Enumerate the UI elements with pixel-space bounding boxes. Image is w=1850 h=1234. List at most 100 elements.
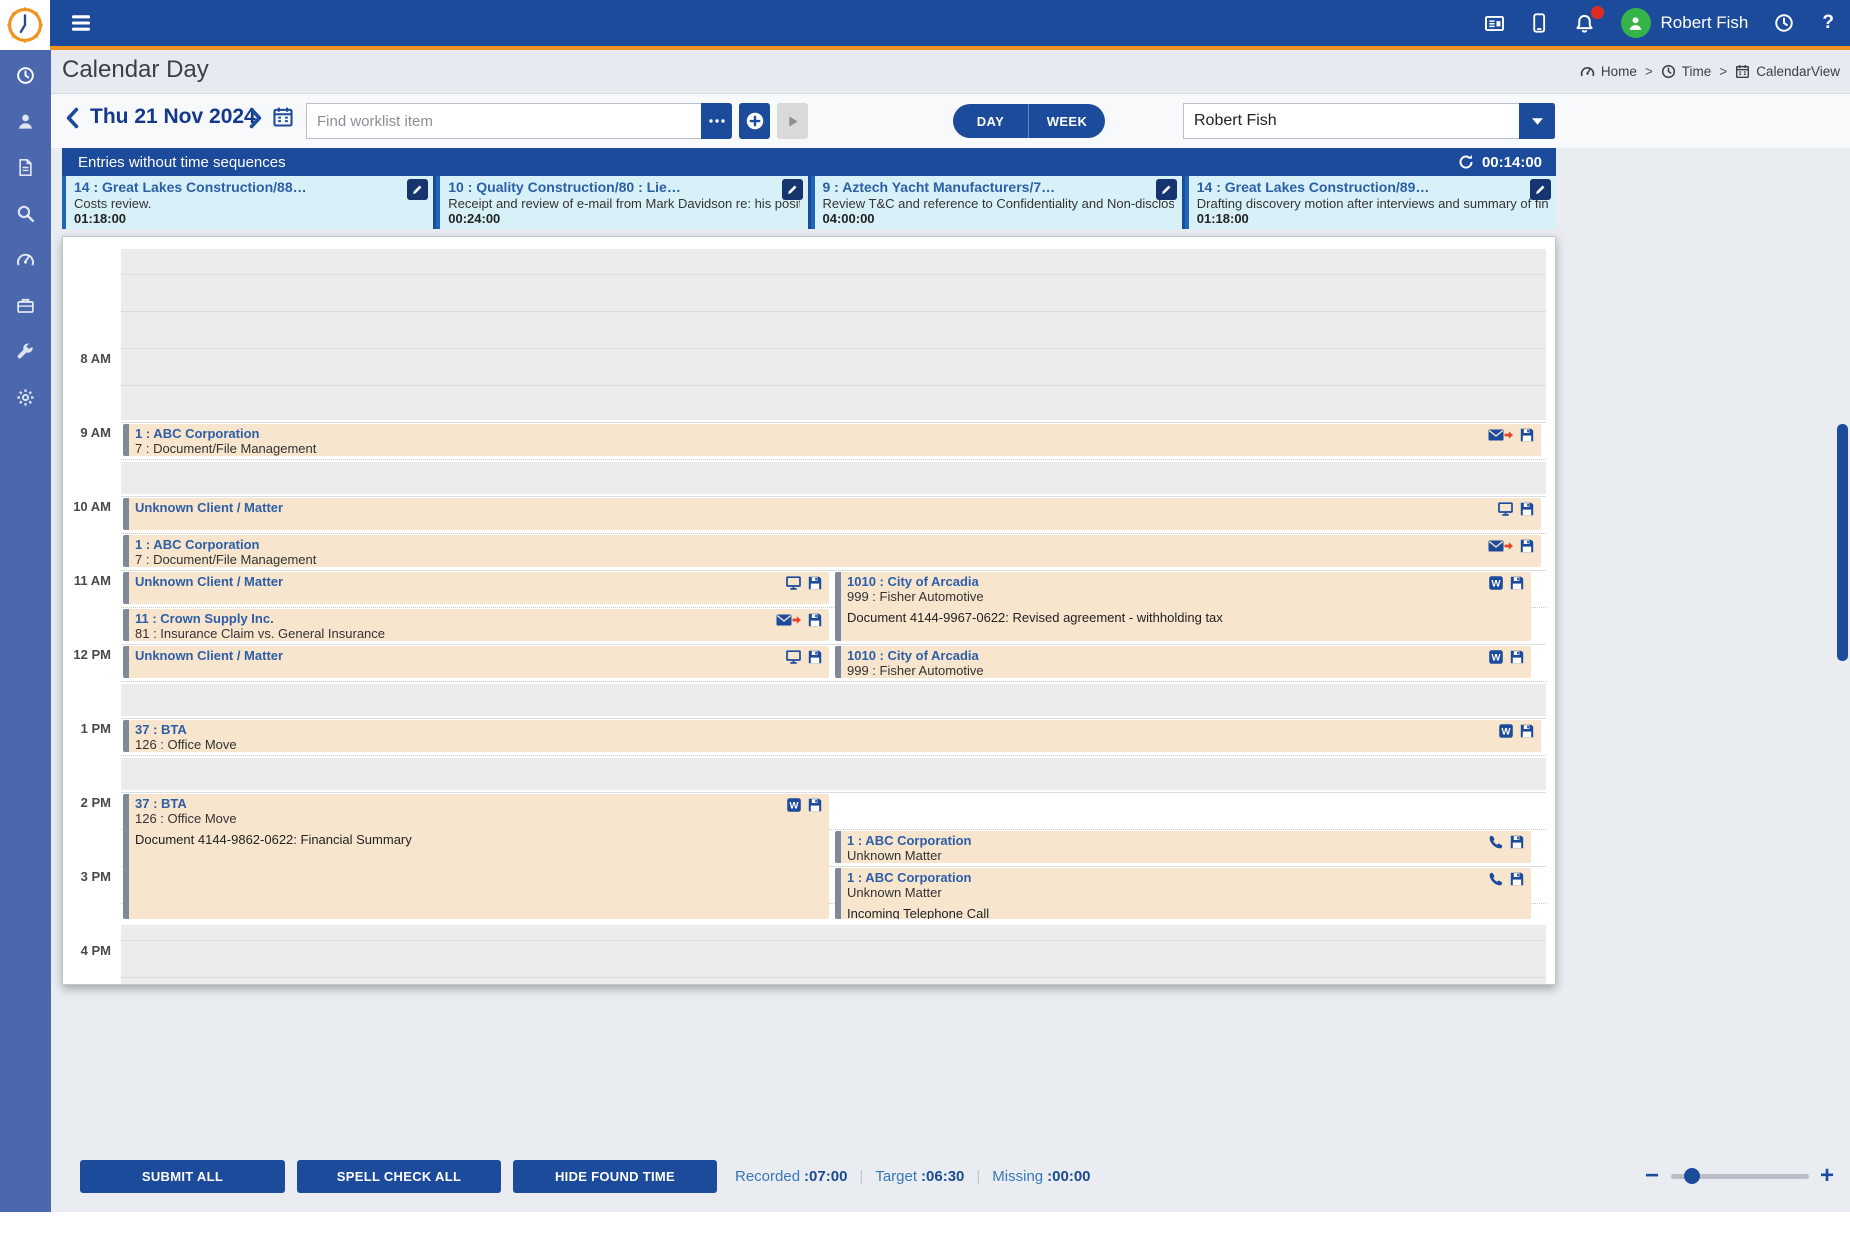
worklist-card[interactable]: 10 : Quality Construction/80 : Lie…Recei… [436, 176, 807, 229]
hour-gridline [121, 792, 1546, 793]
event-title: 37 : BTA [135, 796, 823, 811]
pencil-icon [786, 183, 799, 196]
event-actions[interactable] [785, 575, 823, 591]
edit-entry-button[interactable] [1530, 179, 1551, 200]
calendar-event[interactable]: Unknown Client / Matter [123, 498, 1541, 530]
stat-label: Recorded [735, 1168, 800, 1185]
edit-entry-button[interactable] [407, 179, 428, 200]
calendar-event[interactable]: W1010 : City of Arcadia999 : Fisher Auto… [835, 572, 1531, 641]
edit-entry-button[interactable] [1156, 179, 1177, 200]
zoom-slider-thumb[interactable] [1684, 1168, 1700, 1184]
card-title: 14 : Great Lakes Construction/89… [1197, 179, 1548, 196]
person-icon [16, 112, 35, 131]
date-label: Thu 21 Nov 2024 [90, 105, 256, 129]
event-title: 1 : ABC Corporation [135, 426, 1535, 441]
event-actions[interactable]: W [786, 797, 823, 813]
notifications-button[interactable] [1572, 11, 1597, 36]
breadcrumb-item-calendarview[interactable]: CalendarView [1735, 64, 1840, 79]
time-gutter: 8 AM9 AM10 AM11 AM12 PM1 PM2 PM3 PM4 PM [63, 237, 121, 984]
date-picker-button[interactable] [272, 106, 294, 131]
start-timer-button[interactable] [777, 103, 808, 139]
sidebar-item-dashboard[interactable] [0, 237, 51, 282]
dropdown-button[interactable] [1519, 103, 1555, 139]
breadcrumb-item-home[interactable]: Home [1580, 64, 1637, 79]
sidebar-item-settings[interactable] [0, 375, 51, 420]
sidebar-item-time[interactable] [0, 53, 51, 98]
hour-gridline [121, 570, 1546, 571]
menu-button[interactable] [64, 7, 98, 39]
svg-text:W: W [1492, 579, 1501, 590]
calendar-event[interactable]: 1 : ABC CorporationUnknown MatterIncomin… [835, 868, 1531, 919]
calendar-event[interactable]: 1 : ABC Corporation7 : Document/File Man… [123, 535, 1541, 567]
day-view-toggle[interactable]: DAY [953, 104, 1029, 138]
timekeeper-select[interactable]: Robert Fish [1183, 103, 1555, 139]
card-description: Costs review. [74, 196, 425, 211]
card-title: 10 : Quality Construction/80 : Lie… [448, 179, 799, 196]
calendar-event[interactable]: 1 : ABC CorporationUnknown Matter [835, 831, 1531, 863]
calendar-row-band [121, 237, 1546, 249]
worklist-card[interactable]: 9 : Aztech Yacht Manufacturers/7…Review … [811, 176, 1182, 229]
worklist-timer[interactable]: 00:14:00 [1458, 154, 1556, 171]
event-actions[interactable] [785, 649, 823, 665]
spell-check-all-button[interactable]: SPELL CHECK ALL [297, 1160, 501, 1193]
hour-label: 1 PM [63, 721, 111, 736]
sidebar-item-matters[interactable] [0, 283, 51, 328]
user-name: Robert Fish [1661, 13, 1749, 33]
event-actions[interactable]: W [1498, 723, 1535, 739]
search-input[interactable] [306, 103, 701, 139]
mobile-button[interactable] [1531, 11, 1547, 35]
monitor-icon [785, 575, 802, 591]
submit-all-button[interactable]: SUBMIT ALL [80, 1160, 285, 1193]
calendar-event[interactable]: Unknown Client / Matter [123, 646, 829, 678]
avatar[interactable] [1621, 8, 1651, 38]
recent-time-button[interactable] [1772, 11, 1796, 35]
page-scrollbar-thumb[interactable] [1837, 424, 1848, 661]
news-button[interactable] [1482, 11, 1507, 36]
calendar-event[interactable]: Unknown Client / Matter [123, 572, 829, 604]
sidebar [0, 50, 51, 1212]
calendar-event[interactable]: W37 : BTA126 : Office Move [123, 720, 1541, 752]
edit-entry-button[interactable] [782, 179, 803, 200]
sidebar-item-tools[interactable] [0, 329, 51, 374]
hide-found-time-button[interactable]: HIDE FOUND TIME [513, 1160, 717, 1193]
sidebar-item-documents[interactable] [0, 145, 51, 190]
hour-label: 10 AM [63, 499, 111, 514]
next-day-button[interactable] [249, 107, 262, 132]
worklist-card[interactable]: 14 : Great Lakes Construction/88…Costs r… [62, 176, 433, 229]
event-actions[interactable] [1488, 427, 1535, 443]
event-actions[interactable] [776, 612, 823, 628]
sidebar-item-search[interactable] [0, 191, 51, 236]
event-actions[interactable]: W [1488, 575, 1525, 591]
calendar-event[interactable]: 1 : ABC Corporation7 : Document/File Man… [123, 424, 1541, 456]
event-actions[interactable] [1497, 501, 1535, 517]
event-note: Incoming Telephone Call [847, 906, 1525, 919]
calendar-event[interactable]: 11 : Crown Supply Inc.81 : Insurance Cla… [123, 609, 829, 641]
week-view-toggle[interactable]: WEEK [1029, 104, 1105, 138]
calendar-icon [1735, 64, 1750, 79]
app-window: Robert Fish ? Calendar Day Home>Time>Cal… [0, 0, 1850, 1234]
calendar-event[interactable]: W1010 : City of Arcadia999 : Fisher Auto… [835, 646, 1531, 678]
more-options-button[interactable] [701, 103, 732, 139]
card-description: Review T&C and reference to Confidential… [823, 196, 1174, 211]
worklist-card[interactable]: 14 : Great Lakes Construction/89…Draftin… [1185, 176, 1556, 229]
play-icon [784, 113, 801, 130]
news-icon [1484, 13, 1505, 34]
sidebar-item-contacts[interactable] [0, 99, 51, 144]
add-entry-button[interactable] [739, 103, 770, 139]
app-logo[interactable] [0, 0, 50, 50]
event-actions[interactable] [1488, 538, 1535, 554]
breadcrumb-item-time[interactable]: Time [1661, 64, 1712, 79]
event-actions[interactable] [1488, 834, 1525, 850]
zoom-in-button[interactable]: + [1820, 1162, 1834, 1190]
footer-bar: SUBMIT ALL SPELL CHECK ALL HIDE FOUND TIME… [51, 1150, 1850, 1212]
event-title: 11 : Crown Supply Inc. [135, 611, 823, 626]
help-button[interactable]: ? [1820, 10, 1836, 36]
event-actions[interactable] [1488, 871, 1525, 887]
calendar-event[interactable]: W37 : BTA126 : Office MoveDocument 4144-… [123, 794, 829, 919]
previous-day-button[interactable] [66, 107, 79, 132]
save-icon [1509, 649, 1525, 665]
main-area: Calendar Day Home>Time>CalendarView Thu … [51, 50, 1850, 1212]
zoom-out-button[interactable]: − [1645, 1162, 1659, 1190]
event-actions[interactable]: W [1488, 649, 1525, 665]
event-title: Unknown Client / Matter [135, 574, 823, 589]
